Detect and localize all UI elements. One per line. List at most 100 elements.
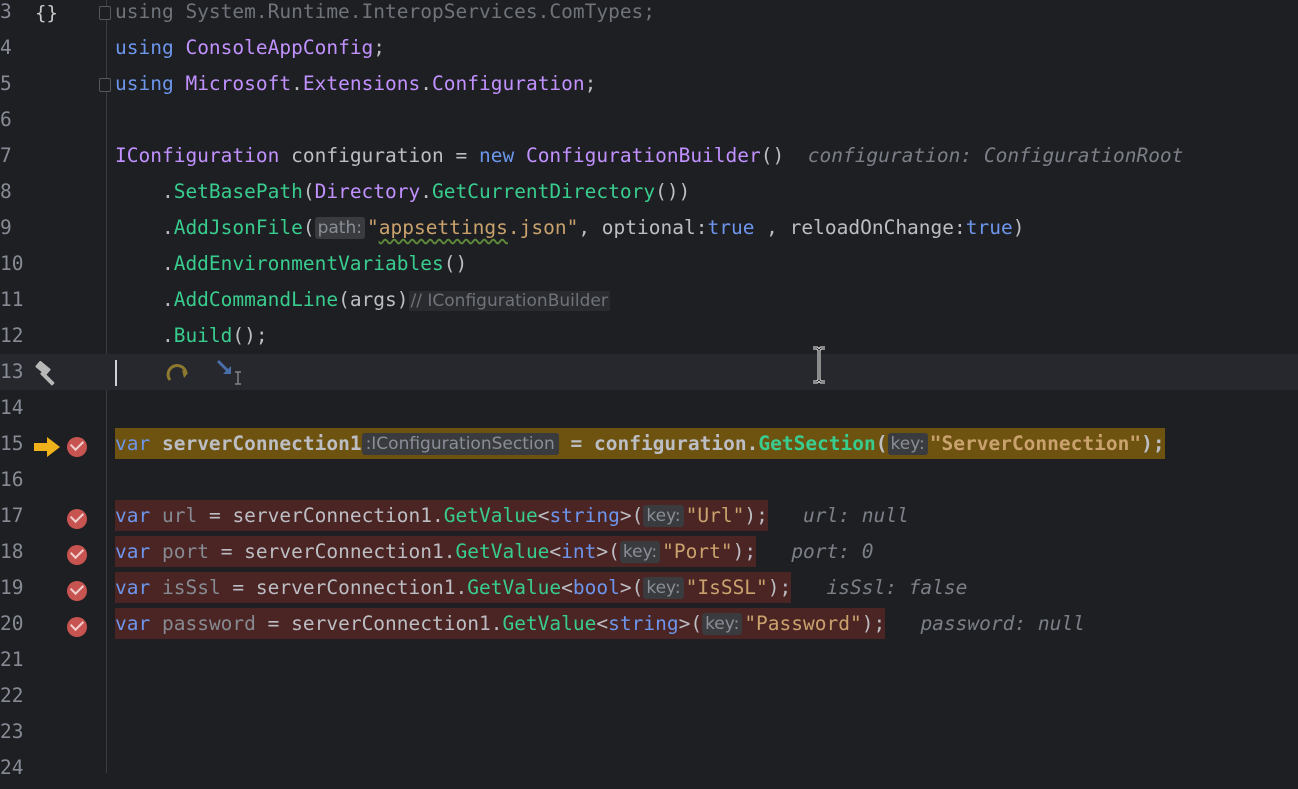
fold-marker-icon[interactable] [99,78,111,92]
line-number[interactable]: 7 [0,141,24,177]
code-line[interactable]: 19 var isSsl = serverConnection1.GetValue… [0,572,1298,609]
breakpoint-icon[interactable] [67,508,87,529]
code-text[interactable]: .SetBasePath(Directory.GetCurrentDirecto… [115,177,690,213]
code-text[interactable]: .AddCommandLine(args)// IConfigurationBu… [115,285,610,321]
line-number[interactable]: 13 [0,357,24,393]
code-line[interactable]: 17 var url = serverConnection1.GetValue<s… [0,500,1298,537]
code-token: = serverConnection1. [255,612,503,635]
code-token: ConsoleAppConfig [185,36,374,59]
line-number[interactable]: 14 [0,393,24,429]
code-text[interactable]: .Build(); [115,321,268,357]
line-number[interactable]: 3 [0,0,24,33]
code-token: ); [744,504,768,527]
code-text[interactable]: var isSsl = serverConnection1.GetValue<b… [115,572,968,609]
code-token: int [561,540,597,563]
code-token: >( [596,540,620,563]
line-number[interactable]: 5 [0,69,24,105]
code-token: GetCurrentDirectory [432,180,656,203]
code-token: new [478,144,515,167]
line-number[interactable]: 20 [0,609,24,645]
code-token: password [161,612,256,635]
code-token: "Password" [744,612,862,635]
line-number[interactable]: 17 [0,501,24,537]
code-line[interactable]: 10 .AddEnvironmentVariables() [0,249,1298,285]
line-number[interactable]: 21 [0,645,24,681]
line-number[interactable]: 19 [0,573,24,609]
code-token: Microsoft [185,72,292,95]
code-text[interactable]: var serverConnection1:IConfigurationSect… [115,428,1165,465]
code-line[interactable]: 7 IConfiguration configuration = new Conf… [0,141,1298,177]
breakpoint-icon[interactable] [67,580,87,601]
line-number[interactable]: 11 [0,285,24,321]
code-line[interactable]: 15 var serverConnection1:IConfigurationSe… [0,428,1298,465]
line-number[interactable]: 24 [0,753,24,789]
code-token: var [115,612,151,635]
code-line[interactable]: 23 [0,717,1298,753]
code-line[interactable]: 24 [0,753,1298,789]
code-token: key: [643,577,684,599]
inline-debug-value: url: null [803,504,909,527]
line-number[interactable]: 9 [0,213,24,249]
code-line[interactable]: 14 [0,393,1298,429]
code-line[interactable]: 20 var password = serverConnection1.GetVa… [0,608,1298,645]
code-text[interactable]: using System.Runtime.InteropServices.Com… [115,0,655,33]
breakpoint-icon[interactable] [67,544,87,565]
line-number[interactable]: 22 [0,681,24,717]
line-number[interactable]: 16 [0,465,24,501]
fold-marker-icon[interactable] [99,6,111,20]
code-line[interactable]: 13 [0,357,1298,393]
code-token: var [115,540,151,563]
line-number[interactable]: 15 [0,429,24,465]
code-line[interactable]: 22 [0,681,1298,717]
line-number[interactable]: 8 [0,177,24,213]
braces-icon[interactable]: {} [35,2,58,24]
code-line[interactable]: 6 [0,105,1298,141]
hammer-icon[interactable] [33,361,61,387]
code-line[interactable]: 18 var port = serverConnection1.GetValue<… [0,536,1298,573]
code-line[interactable]: 3 using System.Runtime.InteropServices.Co… [0,0,1298,33]
code-line[interactable]: 4 using ConsoleAppConfig; [0,33,1298,69]
code-text[interactable]: using Microsoft.Extensions.Configuration… [115,69,596,105]
code-token: using System.Runtime.InteropServices.Com… [115,0,656,23]
code-editor[interactable]: 3 using System.Runtime.InteropServices.Co… [0,0,1298,779]
code-token: using [115,36,174,59]
code-token: ); [861,612,886,635]
line-number[interactable]: 12 [0,321,24,357]
code-token: serverConnection1 [150,432,362,455]
code-line[interactable]: 8 .SetBasePath(Directory.GetCurrentDirec… [0,177,1298,213]
code-token: GetValue [455,540,550,563]
code-text[interactable]: IConfiguration configuration = new Confi… [115,141,1183,177]
code-text[interactable]: .AddJsonFile(path: "appsettings.json", op… [115,213,1024,249]
code-line[interactable]: 21 [0,645,1298,681]
inline-debug-value: password: null [920,612,1085,635]
line-number[interactable]: 4 [0,33,24,69]
code-line[interactable]: 16 [0,465,1298,501]
step-over-icon[interactable] [164,360,192,386]
code-token: ( [302,216,315,239]
line-number[interactable]: 10 [0,249,24,285]
code-text[interactable]: var password = serverConnection1.GetValu… [115,608,1085,645]
code-line[interactable]: 5 using Microsoft.Extensions.Configuratio… [0,69,1298,105]
code-token: Build [173,324,233,347]
inline-debug-value: isSsl: false [826,576,968,599]
code-line[interactable]: 9 .AddJsonFile(path: "appsettings.json", … [0,213,1298,249]
breakpoint-icon[interactable] [67,436,87,457]
code-token: "ServerConnection" [929,432,1142,455]
run-to-cursor-icon[interactable] [215,358,249,388]
code-token: AddCommandLine [173,288,339,311]
line-number[interactable]: 23 [0,717,24,753]
code-text[interactable]: .AddEnvironmentVariables() [115,249,467,285]
code-token: = serverConnection1. [208,540,456,563]
line-number[interactable]: 18 [0,537,24,573]
code-text[interactable]: var port = serverConnection1.GetValue<in… [115,536,874,573]
code-line[interactable]: 11 .AddCommandLine(args)// IConfiguratio… [0,285,1298,321]
code-token: . [291,72,303,95]
line-number[interactable]: 6 [0,105,24,141]
code-text[interactable]: var url = serverConnection1.GetValue<str… [115,500,909,537]
code-text[interactable]: using ConsoleAppConfig; [115,33,385,69]
code-line[interactable]: 12 .Build(); [0,321,1298,357]
breakpoint-icon[interactable] [67,616,87,637]
code-token: bool [572,576,620,599]
